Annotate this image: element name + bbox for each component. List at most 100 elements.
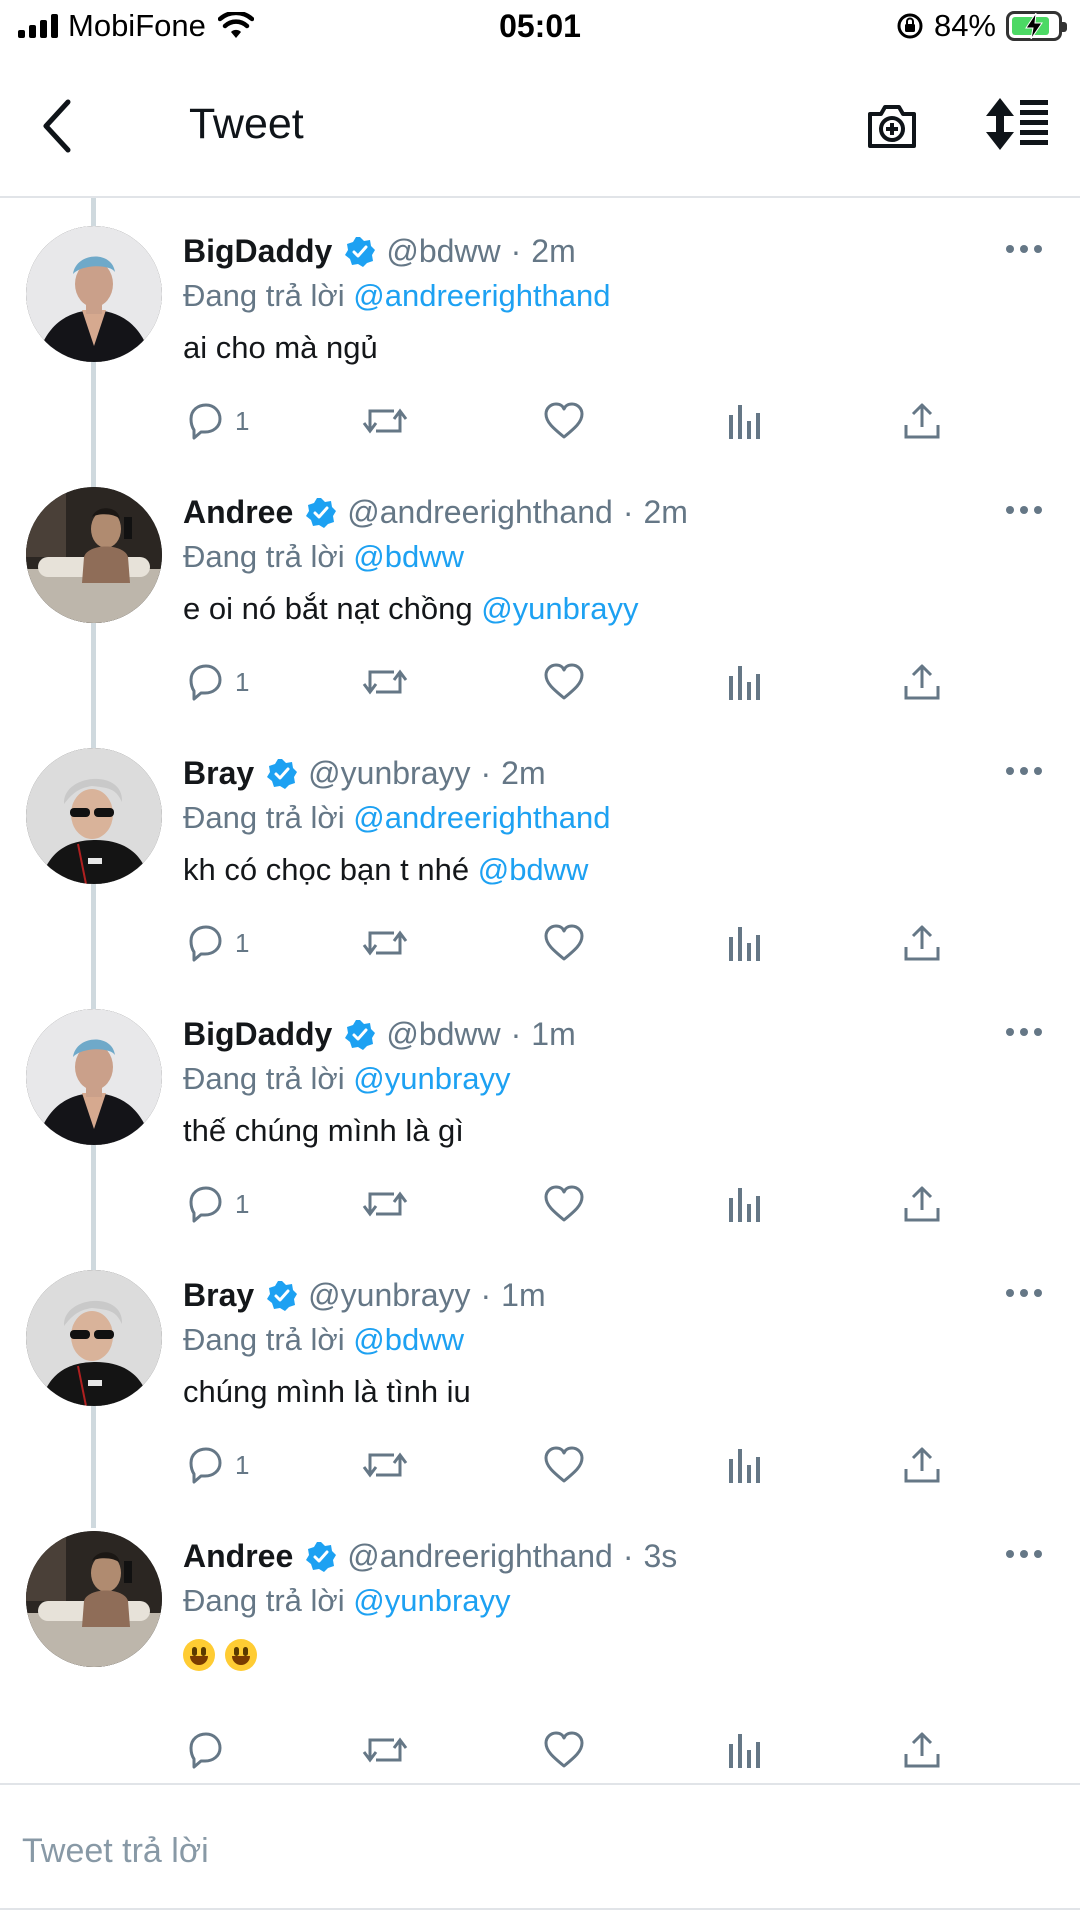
tweet-item[interactable]: Andree @andreerighthand · 2m Đang trả lời @b… <box>0 459 1080 720</box>
analytics-action[interactable] <box>726 1442 762 1488</box>
avatar[interactable] <box>26 748 162 884</box>
avatar[interactable] <box>26 1270 162 1406</box>
page-title: Tweet <box>189 100 304 148</box>
sort-icon[interactable] <box>984 96 1050 152</box>
like-action[interactable] <box>543 659 585 705</box>
tweet-actions: 1 <box>0 920 1080 970</box>
chevron-left-icon[interactable] <box>36 96 80 156</box>
replying-to-mention[interactable]: @yunbrayy <box>353 1583 510 1618</box>
avatar[interactable] <box>26 1009 162 1145</box>
tweet-timestamp: 3s <box>643 1538 678 1574</box>
retweet-icon <box>362 401 408 441</box>
tweet-header: Bray @yunbrayy · 1m <box>183 1277 546 1314</box>
battery-percent: 84% <box>933 8 996 43</box>
replying-to-mention[interactable]: @yunbrayy <box>353 1061 510 1096</box>
display-name[interactable]: Bray <box>183 755 254 792</box>
replying-to-mention[interactable]: @andreerighthand <box>353 278 610 313</box>
share-action[interactable] <box>902 920 942 966</box>
like-action[interactable] <box>543 1181 585 1227</box>
replying-to-label: Đang trả lời <box>183 1583 345 1618</box>
tweet-timestamp: 1m <box>501 1277 546 1313</box>
tweet-item[interactable]: Andree @andreerighthand · 3s Đang trả lời @y… <box>0 1503 1080 1783</box>
display-name[interactable]: Andree <box>183 494 293 531</box>
camera-add-icon[interactable] <box>864 98 920 154</box>
tweet-actions: 1 <box>0 659 1080 709</box>
user-handle[interactable]: @yunbrayy <box>308 755 470 792</box>
avatar[interactable] <box>26 1531 162 1667</box>
user-handle[interactable]: @andreerighthand <box>347 494 613 531</box>
replying-to: Đang trả lời @andreerighthand <box>183 278 611 314</box>
share-action[interactable] <box>902 1727 942 1773</box>
analytics-action[interactable] <box>726 920 762 966</box>
analytics-action[interactable] <box>726 1181 762 1227</box>
reply-action[interactable]: 1 <box>185 1442 249 1488</box>
more-options-icon[interactable] <box>1006 502 1046 518</box>
user-handle[interactable]: @bdww <box>386 1016 500 1053</box>
analytics-action[interactable] <box>726 659 762 705</box>
replying-to-mention[interactable]: @bdww <box>353 539 464 574</box>
more-options-icon[interactable] <box>1006 1285 1046 1301</box>
replying-to-mention[interactable]: @andreerighthand <box>353 800 610 835</box>
display-name[interactable]: BigDaddy <box>183 1016 332 1053</box>
like-action[interactable] <box>543 1727 585 1773</box>
avatar[interactable] <box>26 226 162 362</box>
share-icon <box>902 1730 942 1770</box>
tweet-item[interactable]: Bray @yunbrayy · 1m Đang trả lời @bdww chúng … <box>0 1242 1080 1503</box>
replying-to-mention[interactable]: @bdww <box>353 1322 464 1357</box>
user-handle[interactable]: @yunbrayy <box>308 1277 470 1314</box>
like-action[interactable] <box>543 398 585 444</box>
reply-action[interactable] <box>185 1727 225 1773</box>
tweet-text-mention[interactable]: @yunbrayy <box>481 591 638 626</box>
replying-to-label: Đang trả lời <box>183 1322 345 1357</box>
more-options-icon[interactable] <box>1006 763 1046 779</box>
reply-count: 1 <box>235 666 250 697</box>
avatar[interactable] <box>26 487 162 623</box>
share-icon <box>902 1184 942 1224</box>
user-handle[interactable]: @bdww <box>386 233 500 270</box>
display-name[interactable]: Andree <box>183 1538 293 1575</box>
share-action[interactable] <box>902 659 942 705</box>
tweet-text: thế chúng mình là gì <box>183 1113 464 1149</box>
retweet-action[interactable] <box>362 1442 408 1488</box>
battery-icon <box>1006 11 1067 41</box>
tweet-text-body: e oi nó bắt nạt chồng <box>183 591 473 626</box>
retweet-icon <box>362 923 408 963</box>
share-action[interactable] <box>902 1181 942 1227</box>
share-icon <box>902 662 942 702</box>
tweet-text-mention[interactable]: @bdww <box>478 852 589 887</box>
like-action[interactable] <box>543 920 585 966</box>
retweet-action[interactable] <box>362 659 408 705</box>
more-options-icon[interactable] <box>1006 1546 1046 1562</box>
reply-action[interactable]: 1 <box>185 659 249 705</box>
analytics-action[interactable] <box>726 1727 762 1773</box>
share-icon <box>902 1445 942 1485</box>
reply-action[interactable]: 1 <box>185 398 249 444</box>
tweet-header: Andree @andreerighthand · 2m <box>183 494 688 531</box>
reply-action[interactable]: 1 <box>185 920 249 966</box>
reply-input[interactable] <box>22 1821 1062 1881</box>
tweet-item[interactable]: BigDaddy @bdww · 1m Đang trả lời @yunbrayy th… <box>0 981 1080 1242</box>
like-action[interactable] <box>543 1442 585 1488</box>
tweet-actions: 1 <box>0 1181 1080 1231</box>
more-options-icon[interactable] <box>1006 1024 1046 1040</box>
share-action[interactable] <box>902 1442 942 1488</box>
analytics-icon <box>726 662 762 702</box>
retweet-action[interactable] <box>362 398 408 444</box>
reply-count: 1 <box>235 1188 250 1219</box>
retweet-action[interactable] <box>362 1181 408 1227</box>
retweet-action[interactable] <box>362 1727 408 1773</box>
tweet-text: chúng mình là tình iu <box>183 1374 471 1410</box>
more-options-icon[interactable] <box>1006 241 1046 257</box>
user-handle[interactable]: @andreerighthand <box>347 1538 613 1575</box>
status-right: 84% <box>896 8 1067 44</box>
analytics-action[interactable] <box>726 398 762 444</box>
retweet-action[interactable] <box>362 920 408 966</box>
share-action[interactable] <box>902 398 942 444</box>
tweet-item[interactable]: BigDaddy @bdww · 2m Đang trả lời @andreerigh… <box>0 198 1080 459</box>
reply-icon <box>185 662 225 702</box>
reply-action[interactable]: 1 <box>185 1181 249 1227</box>
display-name[interactable]: Bray <box>183 1277 254 1314</box>
tweet-item[interactable]: Bray @yunbrayy · 2m Đang trả lời @andreerigh… <box>0 720 1080 981</box>
separator-dot: · <box>510 1016 522 1052</box>
display-name[interactable]: BigDaddy <box>183 233 332 270</box>
